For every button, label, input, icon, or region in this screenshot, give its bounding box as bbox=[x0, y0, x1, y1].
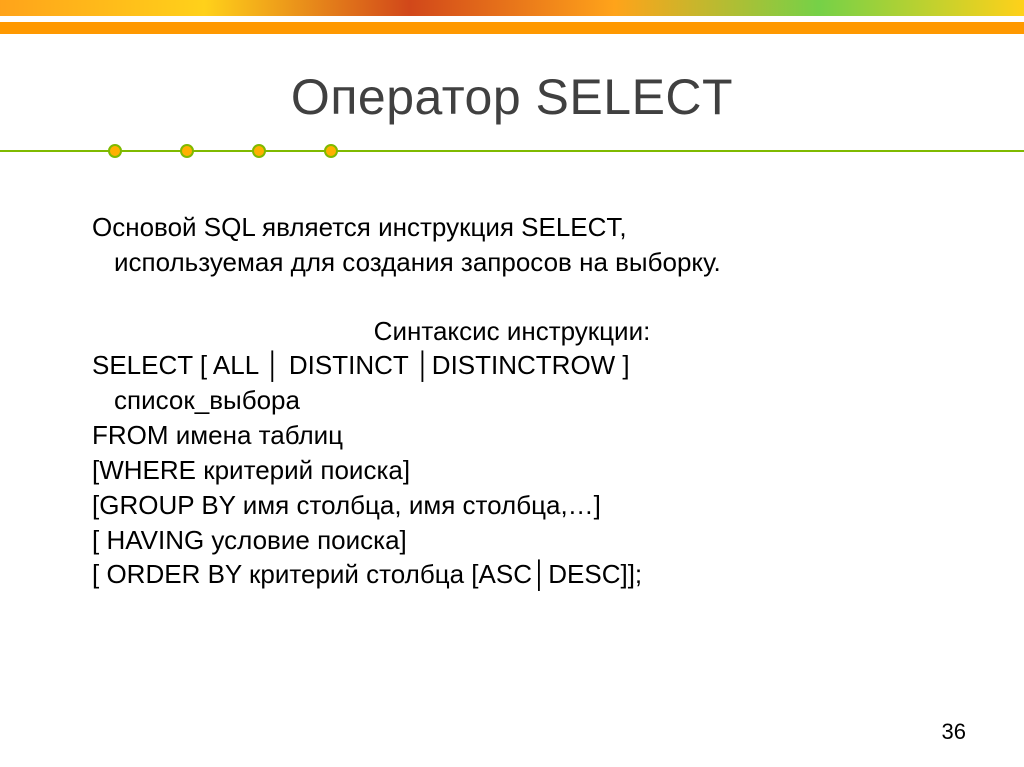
syntax-groupby: [GROUP BY имя столбца, имя столбца,…] bbox=[92, 488, 932, 523]
syntax-select-main: SELECT [ ALL │ DISTINCT │DISTINCTROW ] bbox=[92, 350, 630, 380]
syntax-heading: Синтаксис инструкции: bbox=[92, 314, 932, 349]
syntax-select: SELECT [ ALL │ DISTINCT │DISTINCTROW ] с… bbox=[92, 348, 932, 418]
title-underline bbox=[0, 144, 1024, 158]
syntax-from: FROM имена таблиц bbox=[92, 418, 932, 453]
bullet-dot-icon bbox=[324, 144, 338, 158]
slide: Оператор SELECT Основой SQL является инс… bbox=[0, 0, 1024, 767]
slide-title: Оператор SELECT bbox=[0, 68, 1024, 126]
intro-line-2: используемая для создания запросов на вы… bbox=[114, 247, 721, 277]
syntax-where: [WHERE критерий поиска] bbox=[92, 453, 932, 488]
syntax-orderby: [ ORDER BY критерий столбца [ASC│DESC]]; bbox=[92, 557, 932, 592]
green-divider-line bbox=[0, 150, 1024, 152]
bullet-dot-icon bbox=[180, 144, 194, 158]
orange-accent-bar bbox=[0, 22, 1024, 34]
syntax-having: [ HAVING условие поиска] bbox=[92, 523, 932, 558]
bullet-dot-icon bbox=[108, 144, 122, 158]
page-number: 36 bbox=[942, 719, 966, 745]
vertical-spacer bbox=[92, 280, 932, 314]
intro-line-1: Основой SQL является инструкция SELECT, bbox=[92, 212, 627, 242]
bullet-dot-icon bbox=[252, 144, 266, 158]
slide-body: Основой SQL является инструкция SELECT, … bbox=[92, 210, 932, 592]
title-area: Оператор SELECT bbox=[0, 68, 1024, 126]
syntax-select-cont: список_выбора bbox=[114, 385, 300, 415]
decorative-top-stripe bbox=[0, 0, 1024, 16]
intro-paragraph: Основой SQL является инструкция SELECT, … bbox=[92, 210, 932, 280]
